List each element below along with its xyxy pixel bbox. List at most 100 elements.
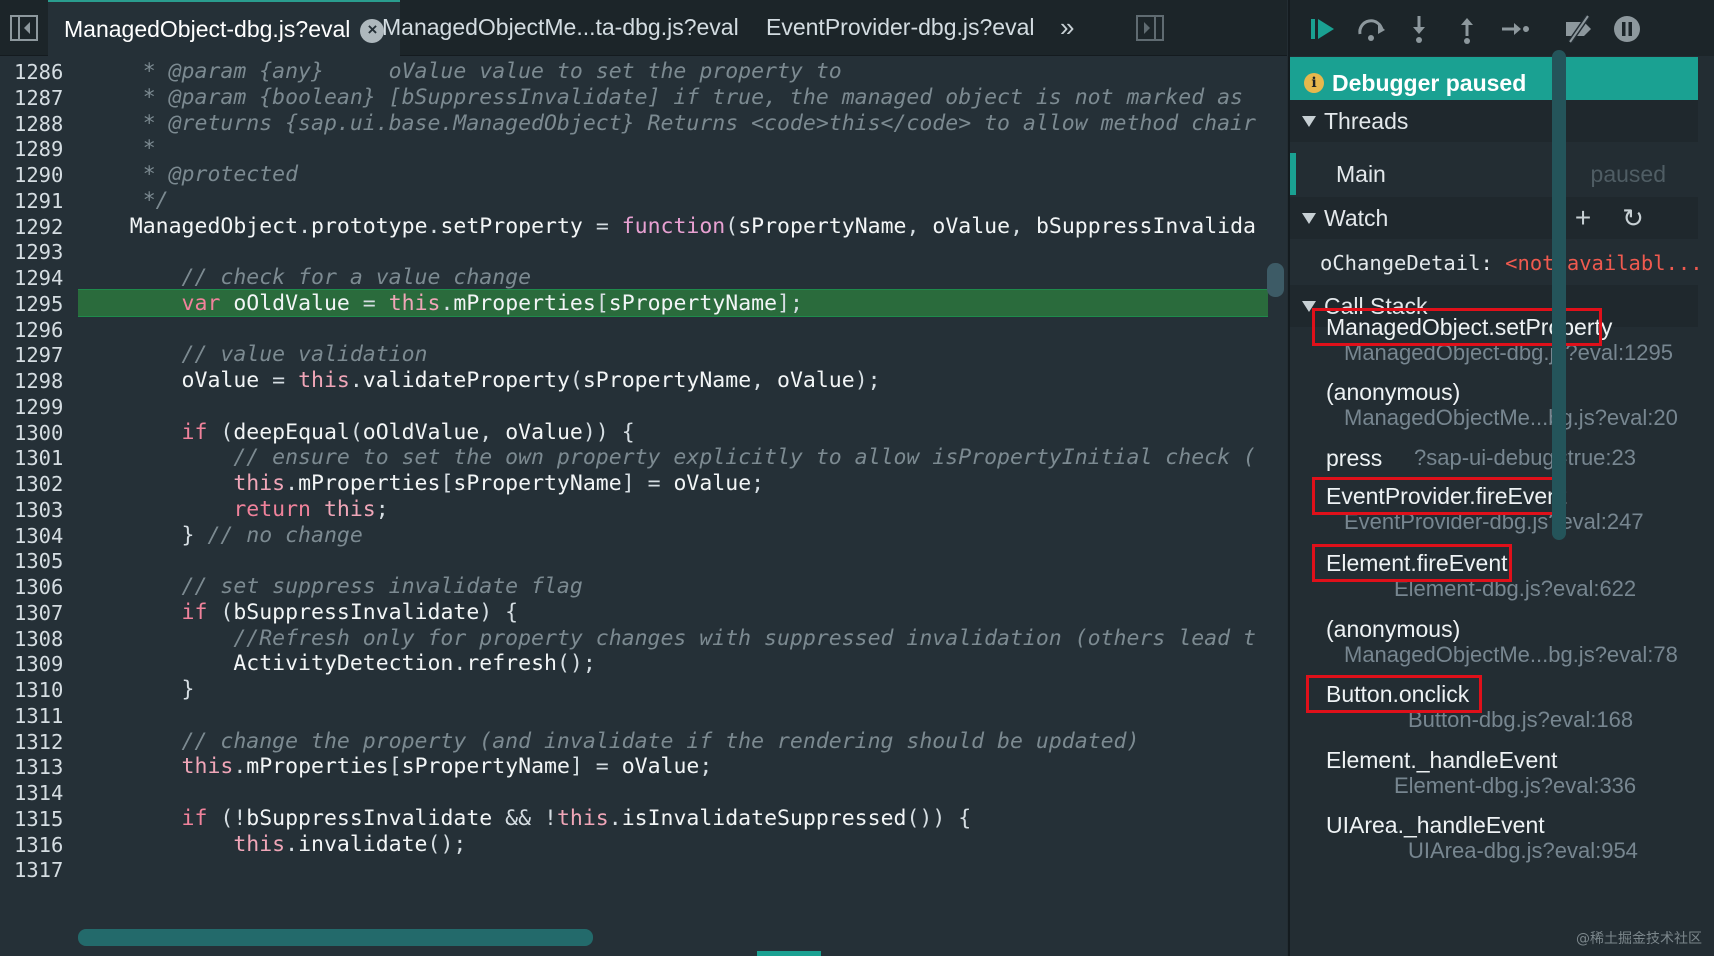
line-number[interactable]: 1299 <box>0 393 76 421</box>
sidebar-scrollbar-thumb[interactable] <box>1552 50 1566 540</box>
code-line: * @protected <box>78 161 298 189</box>
code-token: if <box>78 420 221 445</box>
line-number[interactable]: 1309 <box>0 650 76 678</box>
frame-location: ?sap-ui-debug=true:23 <box>1414 445 1636 470</box>
code-token: ]; <box>777 291 803 316</box>
code-token: if <box>78 600 221 625</box>
tab-managedobject[interactable]: ManagedObject-dbg.js?eval × <box>48 0 401 56</box>
line-number[interactable]: 1300 <box>0 419 76 447</box>
line-number[interactable]: 1295 <box>0 290 76 318</box>
code-token: var <box>78 291 234 316</box>
watch-expression-row[interactable]: oChangeDetail: <not availabl... <box>1290 240 1698 286</box>
line-number[interactable]: 1316 <box>0 831 76 859</box>
line-number[interactable]: 1291 <box>0 187 76 215</box>
step-icon[interactable] <box>1498 12 1532 46</box>
step-over-icon[interactable] <box>1354 12 1388 46</box>
tab-managedobjectmetadata[interactable]: ManagedObjectMe...ta-dbg.js?eval <box>382 0 739 56</box>
call-stack-frame[interactable]: Element.fireEvent Element-dbg.js?eval:622 <box>1290 544 1698 608</box>
tab-label: ManagedObject-dbg.js?eval <box>64 16 351 42</box>
line-number[interactable]: 1310 <box>0 676 76 704</box>
code-token: . <box>233 754 247 779</box>
line-number[interactable]: 1311 <box>0 702 76 730</box>
deactivate-breakpoints-icon[interactable] <box>1562 12 1596 46</box>
watch-section-header[interactable]: Watch + ↻ <box>1290 197 1698 239</box>
code-line: //Refresh only for property changes with… <box>78 625 1256 653</box>
refresh-icon[interactable]: ↻ <box>1616 197 1650 239</box>
line-number[interactable]: 1305 <box>0 547 76 575</box>
call-stack-frame[interactable]: Element._handleEvent Element-dbg.js?eval:… <box>1290 745 1698 805</box>
line-number[interactable]: 1298 <box>0 367 76 395</box>
line-number[interactable]: 1312 <box>0 728 76 756</box>
code-token: . <box>349 368 363 393</box>
call-stack-frame[interactable]: ManagedObject.setProperty ManagedObject-d… <box>1290 308 1698 372</box>
horizontal-scrollbar-thumb[interactable] <box>78 929 593 946</box>
close-tab-icon[interactable]: × <box>360 18 385 43</box>
code-token: this <box>388 291 441 316</box>
line-number[interactable]: 1308 <box>0 625 76 653</box>
line-number[interactable]: 1290 <box>0 161 76 189</box>
call-stack-frame[interactable]: Button.onclick Button-dbg.js?eval:168 <box>1290 675 1698 739</box>
more-tabs-icon[interactable]: » <box>1060 0 1074 56</box>
line-number[interactable]: 1293 <box>0 238 76 266</box>
line-number[interactable]: 1306 <box>0 573 76 601</box>
tab-eventprovider[interactable]: EventProvider-dbg.js?eval <box>766 0 1034 56</box>
code-view[interactable]: 1286 * @param {any} oValue value to set … <box>0 58 1287 956</box>
source-editor-pane: ManagedObject-dbg.js?eval × ManagedObject… <box>0 0 1287 956</box>
call-stack-frame[interactable]: EventProvider.fireEvent EventProvider-dbg… <box>1290 477 1698 541</box>
code-token: * @param {any} oValue value to set the p… <box>78 59 842 84</box>
frame-location: ManagedObjectMe...bg.js?eval:20 <box>1344 405 1678 430</box>
line-number[interactable]: 1315 <box>0 805 76 833</box>
line-number[interactable]: 1303 <box>0 496 76 524</box>
code-token: // set suppress invalidate flag <box>78 574 583 599</box>
toggle-debugger-sidebar-icon[interactable] <box>1134 13 1166 43</box>
frame-location: Element-dbg.js?eval:336 <box>1394 773 1637 798</box>
code-token: mProperties <box>453 291 596 316</box>
line-number[interactable]: 1287 <box>0 84 76 112</box>
editor-tab-bar: ManagedObject-dbg.js?eval × ManagedObject… <box>0 0 1287 56</box>
code-token: = <box>272 368 299 393</box>
resume-icon[interactable] <box>1306 12 1340 46</box>
code-token: validateProperty <box>362 368 570 393</box>
line-number[interactable]: 1297 <box>0 341 76 369</box>
code-token: ); <box>854 368 881 393</box>
pause-on-exceptions-icon[interactable] <box>1610 12 1644 46</box>
step-in-icon[interactable] <box>1402 12 1436 46</box>
line-number[interactable]: 1286 <box>0 58 76 86</box>
code-line: // check for a value change <box>78 264 532 292</box>
line-number[interactable]: 1304 <box>0 522 76 550</box>
line-number[interactable]: 1302 <box>0 470 76 498</box>
line-number[interactable]: 1307 <box>0 599 76 627</box>
line-number[interactable]: 1288 <box>0 110 76 138</box>
code-line: } // no change <box>78 522 363 550</box>
thread-row-main[interactable]: Main paused <box>1290 153 1698 195</box>
line-number[interactable]: 1301 <box>0 444 76 472</box>
code-line: var oOldValue = this.mProperties[sProper… <box>78 290 803 318</box>
toggle-navigator-icon[interactable] <box>8 13 40 43</box>
line-number[interactable]: 1289 <box>0 135 76 163</box>
annotation-highlight-box <box>1312 477 1560 515</box>
step-out-icon[interactable] <box>1450 12 1484 46</box>
code-token: bSuppressInvalidate <box>246 806 506 831</box>
frame-function-name: (anonymous) <box>1326 379 1461 405</box>
call-stack-frame[interactable]: (anonymous) ManagedObjectMe...bg.js?eval:… <box>1290 614 1698 674</box>
code-token: invalidate <box>298 832 428 857</box>
code-token: prototype <box>311 214 428 239</box>
line-number[interactable]: 1314 <box>0 779 76 807</box>
threads-section-header[interactable]: Threads <box>1290 100 1698 142</box>
line-number[interactable]: 1292 <box>0 213 76 241</box>
line-number[interactable]: 1317 <box>0 856 76 884</box>
code-token: (! <box>220 806 247 831</box>
code-line: } <box>78 676 195 704</box>
vertical-scrollbar-thumb[interactable] <box>1267 263 1284 297</box>
line-number[interactable]: 1294 <box>0 264 76 292</box>
code-token: sPropertyName <box>582 368 752 393</box>
watch-name: oChangeDetail <box>1320 251 1481 275</box>
code-token: // change the property (and invalidate i… <box>78 729 1140 754</box>
line-number[interactable]: 1313 <box>0 753 76 781</box>
call-stack-frame[interactable]: (anonymous) ManagedObjectMe...bg.js?eval:… <box>1290 377 1698 437</box>
add-watch-icon[interactable]: + <box>1566 197 1600 239</box>
call-stack-frame[interactable]: UIArea._handleEvent UIArea-dbg.js?eval:95… <box>1290 810 1698 870</box>
code-token: //Refresh only for property changes with… <box>78 626 1256 651</box>
line-number[interactable]: 1296 <box>0 316 76 344</box>
chevron-down-icon <box>1302 213 1316 224</box>
